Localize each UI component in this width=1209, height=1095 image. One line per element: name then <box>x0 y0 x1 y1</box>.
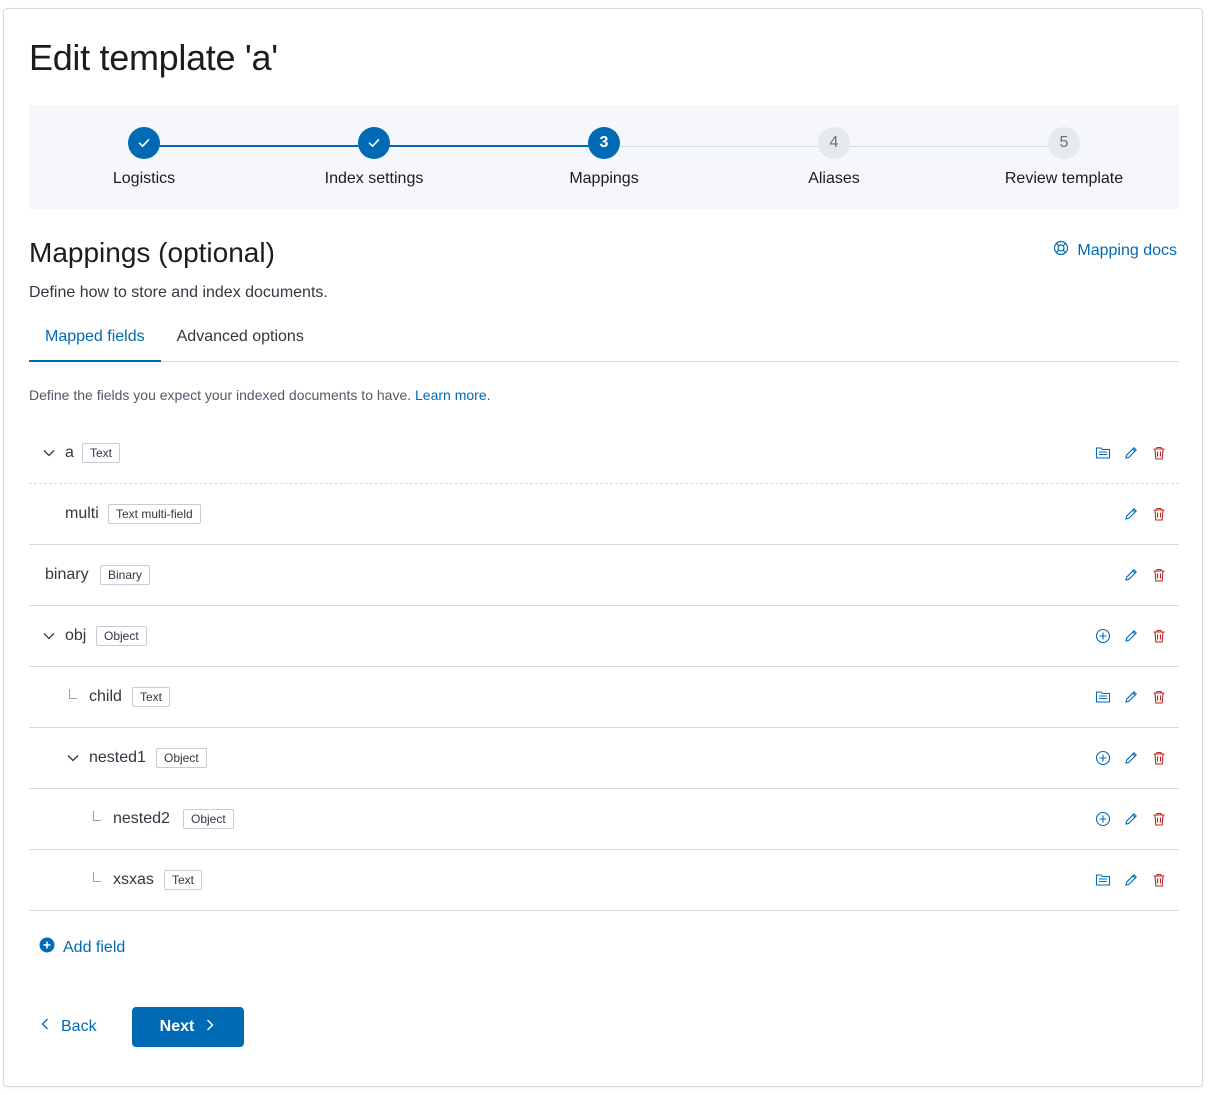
chevron-down-icon[interactable] <box>65 750 81 766</box>
field-name: nested1 <box>89 749 146 766</box>
field-name: multi <box>65 505 99 522</box>
add-multi-field-folder-icon[interactable] <box>1095 689 1111 705</box>
step-number: 4 <box>818 127 850 159</box>
field-type-badge: Object <box>183 809 234 829</box>
field-row: xsxas Text <box>29 850 1179 911</box>
trash-icon[interactable] <box>1151 811 1167 827</box>
add-field-label: Add field <box>63 938 126 956</box>
field-actions <box>1123 567 1167 583</box>
add-multi-field-folder-icon[interactable] <box>1095 445 1111 461</box>
step-aliases[interactable]: 4 Aliases <box>734 127 934 188</box>
tab-advanced-options[interactable]: Advanced options <box>161 320 320 362</box>
field-type-badge: Text <box>132 687 171 707</box>
mapping-tabs: Mapped fields Advanced options <box>29 320 1179 362</box>
pencil-icon[interactable] <box>1123 811 1139 827</box>
stepper: Logistics Index settings 3 Mappings 4 Al… <box>29 105 1179 209</box>
step-label: Logistics <box>112 170 176 187</box>
field-actions <box>1123 506 1167 522</box>
helper-text: Define the fields you expect your indexe… <box>29 387 412 403</box>
step-mappings[interactable]: 3 Mappings <box>504 127 704 188</box>
step-label: Index settings <box>324 170 424 187</box>
mapping-docs-label: Mapping docs <box>1077 241 1177 259</box>
back-button[interactable]: Back <box>39 1017 97 1036</box>
plus-in-circle-filled-icon <box>39 937 55 958</box>
field-row: multi Text multi-field <box>29 484 1179 545</box>
tab-mapped-fields[interactable]: Mapped fields <box>29 320 161 362</box>
section-description: Define how to store and index documents. <box>29 284 328 301</box>
field-actions <box>1095 628 1167 644</box>
next-label: Next <box>159 1018 195 1035</box>
field-name: xsxas <box>113 871 154 888</box>
field-row: obj Object <box>29 606 1179 667</box>
add-field-button[interactable]: Add field <box>39 937 125 958</box>
step-number: 5 <box>1048 127 1080 159</box>
step-label: Aliases <box>808 170 860 187</box>
step-number: 3 <box>588 127 620 159</box>
chevron-down-icon[interactable] <box>41 445 57 461</box>
pencil-icon[interactable] <box>1123 689 1139 705</box>
field-row: child Text <box>29 667 1179 728</box>
field-actions <box>1095 445 1167 461</box>
add-multi-field-folder-icon[interactable] <box>1095 872 1111 888</box>
tree-connector <box>93 872 101 882</box>
learn-more-link[interactable]: Learn more. <box>415 387 490 403</box>
plus-in-circle-icon[interactable] <box>1095 750 1111 766</box>
field-type-badge: Text <box>82 443 121 463</box>
step-label: Review template <box>1004 170 1124 187</box>
mapped-fields-list: a Text multi Text multi-field binary Bin… <box>29 423 1179 911</box>
template-editor-panel: Edit template 'a' Logistics Index settin… <box>3 8 1203 1087</box>
trash-icon[interactable] <box>1151 750 1167 766</box>
trash-icon[interactable] <box>1151 628 1167 644</box>
field-name: child <box>89 688 122 705</box>
trash-icon[interactable] <box>1151 689 1167 705</box>
tree-connector <box>93 811 101 821</box>
field-type-badge: Object <box>96 626 147 646</box>
field-name: a <box>65 444 74 461</box>
field-type-badge: Binary <box>100 565 151 585</box>
pencil-icon[interactable] <box>1123 750 1139 766</box>
page-title: Edit template 'a' <box>29 37 278 78</box>
field-actions <box>1095 750 1167 766</box>
back-label: Back <box>61 1017 97 1035</box>
step-review-template[interactable]: 5 Review template <box>964 127 1164 188</box>
field-type-badge: Text multi-field <box>108 504 201 524</box>
field-row: nested2 Object <box>29 789 1179 850</box>
field-row: a Text <box>29 423 1179 484</box>
mapping-docs-link[interactable]: Mapping docs <box>1053 240 1177 261</box>
field-actions <box>1095 872 1167 888</box>
step-logistics[interactable]: Logistics <box>44 127 244 188</box>
trash-icon[interactable] <box>1151 872 1167 888</box>
pencil-icon[interactable] <box>1123 628 1139 644</box>
field-type-badge: Object <box>156 748 207 768</box>
pencil-icon[interactable] <box>1123 872 1139 888</box>
field-name: nested2 <box>113 810 170 827</box>
section-title: Mappings (optional) <box>29 237 275 268</box>
field-name: obj <box>65 627 87 644</box>
field-name: binary <box>45 566 89 583</box>
field-type-badge: Text <box>164 870 203 890</box>
plus-in-circle-icon[interactable] <box>1095 628 1111 644</box>
pencil-icon[interactable] <box>1123 567 1139 583</box>
field-row: nested1 Object <box>29 728 1179 789</box>
trash-icon[interactable] <box>1151 567 1167 583</box>
chevron-right-icon <box>204 1018 216 1037</box>
pencil-icon[interactable] <box>1123 445 1139 461</box>
step-complete-check-icon <box>128 127 160 159</box>
pencil-icon[interactable] <box>1123 506 1139 522</box>
field-actions <box>1095 689 1167 705</box>
chevron-left-icon <box>39 1017 51 1036</box>
step-label: Mappings <box>569 170 639 187</box>
tree-connector <box>69 689 77 699</box>
help-lifebuoy-icon <box>1053 240 1069 261</box>
step-complete-check-icon <box>358 127 390 159</box>
field-row: binary Binary <box>29 545 1179 606</box>
step-index-settings[interactable]: Index settings <box>274 127 474 188</box>
field-actions <box>1095 811 1167 827</box>
plus-in-circle-icon[interactable] <box>1095 811 1111 827</box>
trash-icon[interactable] <box>1151 445 1167 461</box>
chevron-down-icon[interactable] <box>41 628 57 644</box>
next-button[interactable]: Next <box>132 1007 244 1047</box>
fields-helper-text: Define the fields you expect your indexe… <box>29 387 491 403</box>
trash-icon[interactable] <box>1151 506 1167 522</box>
